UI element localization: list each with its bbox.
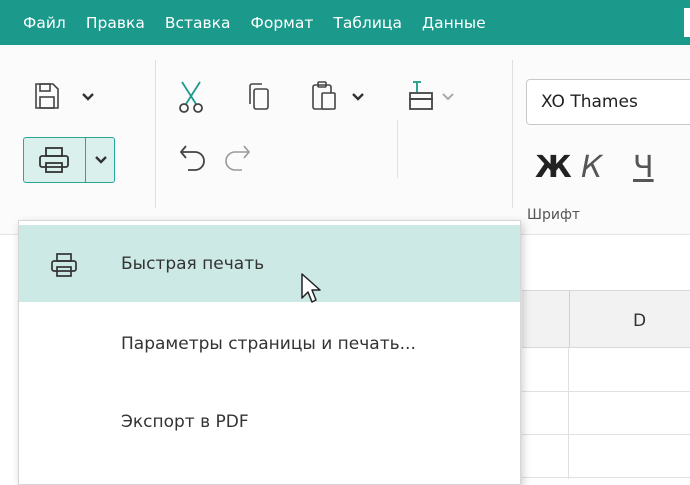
redo-icon (222, 142, 252, 172)
underline-button[interactable]: Ч (633, 151, 654, 185)
bold-button[interactable]: Ж (535, 151, 572, 185)
ribbon-separator (155, 60, 156, 208)
menu-table[interactable]: Таблица (330, 14, 405, 32)
chevron-down-icon (441, 92, 455, 102)
chevron-down-icon[interactable] (81, 92, 95, 102)
font-group-label: Шрифт (527, 207, 581, 223)
ribbon-separator (397, 120, 398, 178)
menu-edit[interactable]: Правка (83, 14, 148, 32)
menu-insert[interactable]: Вставка (162, 14, 234, 32)
column-divider (569, 291, 570, 347)
column-header-d[interactable]: D (633, 311, 646, 331)
copy-icon[interactable] (247, 82, 271, 112)
printer-icon (38, 146, 70, 174)
italic-button[interactable]: К (581, 151, 602, 185)
menu-file[interactable]: Файл (20, 14, 69, 32)
paste-icon[interactable] (311, 80, 339, 112)
menu-data[interactable]: Данные (419, 14, 489, 32)
menu-item-quick-print[interactable]: Быстрая печать (19, 225, 520, 302)
menu-item-page-setup-print[interactable]: Параметры страницы и печать... (19, 305, 520, 382)
grid-line (522, 477, 690, 478)
save-icon[interactable] (34, 82, 60, 110)
font-name-select[interactable]: XO Thames (526, 79, 690, 125)
print-button-divider (85, 138, 86, 182)
cut-icon[interactable] (177, 80, 205, 114)
column-header-row (522, 290, 690, 348)
grid-line (568, 348, 569, 479)
print-dropdown-menu: Быстрая печать Параметры страницы и печа… (18, 220, 521, 485)
chevron-down-icon[interactable] (94, 155, 108, 165)
ribbon-separator (512, 60, 513, 208)
menu-item-label: Параметры страницы и печать... (121, 333, 416, 354)
mouse-cursor-icon (300, 272, 322, 309)
chevron-down-icon[interactable] (351, 92, 365, 102)
menubar-edge (684, 8, 690, 37)
menu-item-label: Быстрая печать (121, 253, 265, 274)
print-button[interactable] (23, 137, 115, 183)
menu-item-export-pdf[interactable]: Экспорт в PDF (19, 383, 520, 460)
menu-bar: Файл Правка Вставка Формат Таблица Данны… (0, 0, 690, 45)
menu-item-label: Экспорт в PDF (121, 411, 249, 432)
printer-icon (50, 252, 78, 283)
undo-icon[interactable] (178, 142, 208, 172)
menu-format[interactable]: Формат (248, 14, 317, 32)
format-painter-icon[interactable] (407, 80, 435, 112)
grid-line (522, 391, 690, 392)
grid-line (522, 434, 690, 435)
